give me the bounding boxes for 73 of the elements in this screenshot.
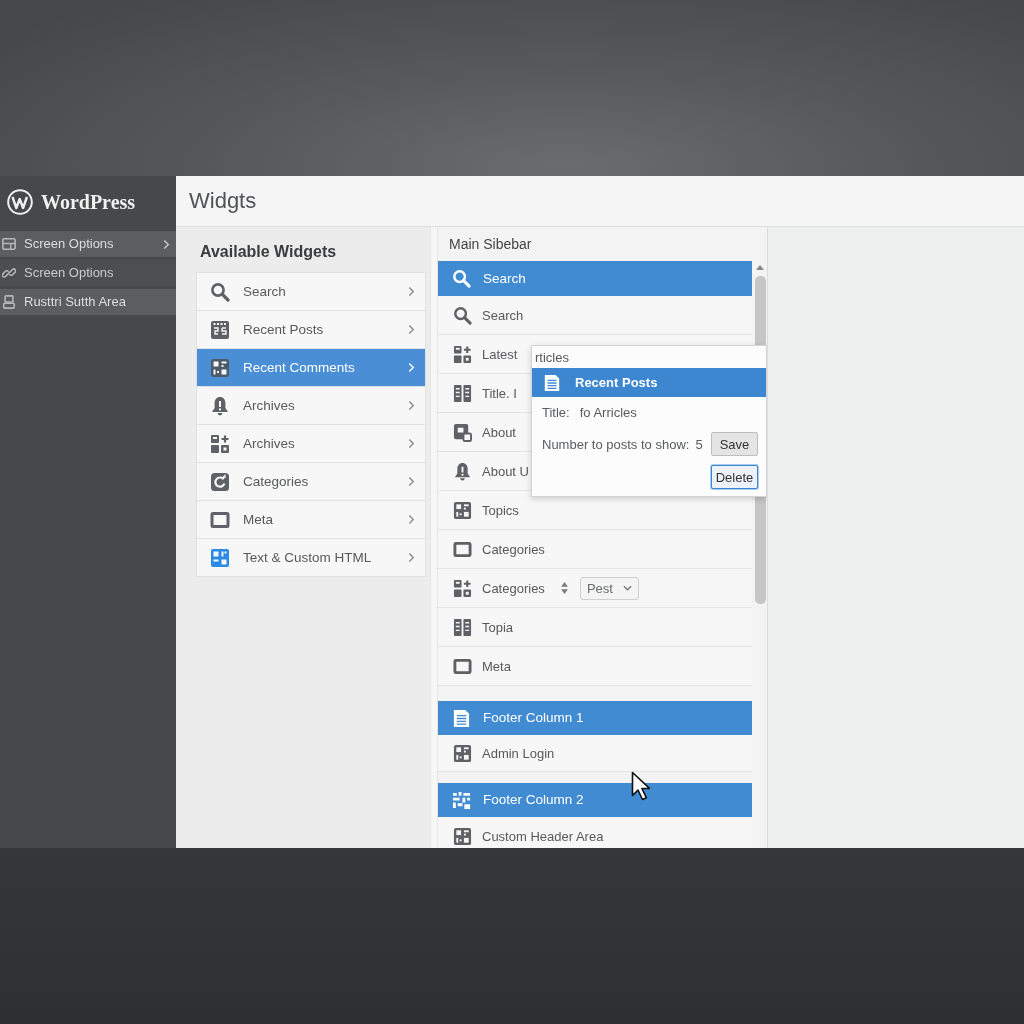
grid-icon <box>453 500 472 520</box>
chevron-right-icon <box>408 400 415 412</box>
sidebar-item[interactable]: Screen Options <box>0 231 176 257</box>
calendar-icon <box>210 319 230 340</box>
field-label: Title: <box>542 403 570 422</box>
bell-icon <box>453 461 472 481</box>
search-icon <box>210 281 230 302</box>
widget-item[interactable]: Categories Pest <box>438 569 752 609</box>
sidebar-item[interactable]: Screen Options <box>0 260 176 286</box>
tile-icon <box>453 422 472 442</box>
widget-area-header[interactable]: Footer Column 1 <box>438 701 752 736</box>
popup-button[interactable]: Delete <box>711 465 758 490</box>
link-icon <box>2 266 16 280</box>
refresh-icon <box>210 471 230 492</box>
grid-icon <box>210 357 230 378</box>
select-dropdown[interactable]: Pest <box>579 576 639 600</box>
mouse-pointer-icon <box>631 771 650 802</box>
columns-icon <box>453 383 472 403</box>
sidebar-item[interactable]: Rusttri Sutth Area <box>0 289 176 315</box>
field-value: 5 <box>695 435 703 454</box>
bell-icon <box>210 395 230 416</box>
sort-icon <box>560 582 568 595</box>
page-title: Widgts <box>189 187 257 215</box>
chevron-down-icon <box>622 585 632 592</box>
widget-item[interactable]: Categories <box>197 463 425 502</box>
popup-title: Recent Posts <box>575 374 658 393</box>
widget-item[interactable]: Categories <box>438 530 752 570</box>
widget-icon <box>453 344 472 364</box>
widget-item[interactable]: Meta <box>438 647 752 687</box>
panel-title: Main Sibebar <box>448 235 533 255</box>
widget-item[interactable]: Archives <box>197 387 425 426</box>
search-icon <box>453 305 472 325</box>
panel-title: Available Widgets <box>199 242 338 263</box>
chevron-right-icon <box>408 438 415 450</box>
monitor-icon <box>453 539 472 559</box>
logo-icon <box>7 189 33 215</box>
widget-item[interactable]: Meta <box>197 501 425 540</box>
popup-button[interactable]: Save <box>711 432 758 457</box>
monitor-icon <box>210 509 230 530</box>
document-icon <box>452 708 471 728</box>
grid-icon <box>453 826 472 846</box>
brand-name: WordPress <box>41 190 136 215</box>
chevron-right-icon <box>408 476 415 488</box>
search-icon <box>452 269 471 289</box>
chevron-right-icon <box>408 286 415 298</box>
widget-item[interactable]: Search <box>438 296 752 336</box>
panel-icon <box>2 237 16 251</box>
popup-caption: rticles <box>534 348 570 367</box>
widget-item[interactable]: Custom Header Area <box>438 817 752 848</box>
widget-area-header[interactable]: Search <box>438 261 752 297</box>
chevron-right-icon <box>408 514 415 526</box>
columns-icon <box>453 617 472 637</box>
field-value: fo Arricles <box>579 403 637 422</box>
chevron-right-icon <box>408 324 415 336</box>
document-icon <box>543 373 561 392</box>
widget-item[interactable]: Search <box>197 273 425 312</box>
grid-icon <box>452 790 471 810</box>
field-label: Number to posts to show: <box>542 435 690 454</box>
widget-icon <box>453 578 472 598</box>
grid-icon <box>453 743 472 763</box>
widget-item[interactable]: Topia <box>438 608 752 648</box>
widget-item[interactable]: Recent Posts <box>197 311 425 350</box>
chevron-right-icon <box>408 362 415 374</box>
widget-icon <box>210 433 230 454</box>
widget-item[interactable]: Admin Login <box>438 735 752 773</box>
widget-area-header[interactable]: Footer Column 2 <box>438 783 752 818</box>
scroll-up-icon <box>756 265 764 271</box>
chevron-right-icon <box>408 552 415 564</box>
box-icon <box>2 295 16 309</box>
grid-icon <box>210 547 230 568</box>
widget-item[interactable]: Archives <box>197 425 425 464</box>
widget-item[interactable]: Text & Custom HTML <box>197 539 425 578</box>
monitor-icon <box>453 656 472 676</box>
